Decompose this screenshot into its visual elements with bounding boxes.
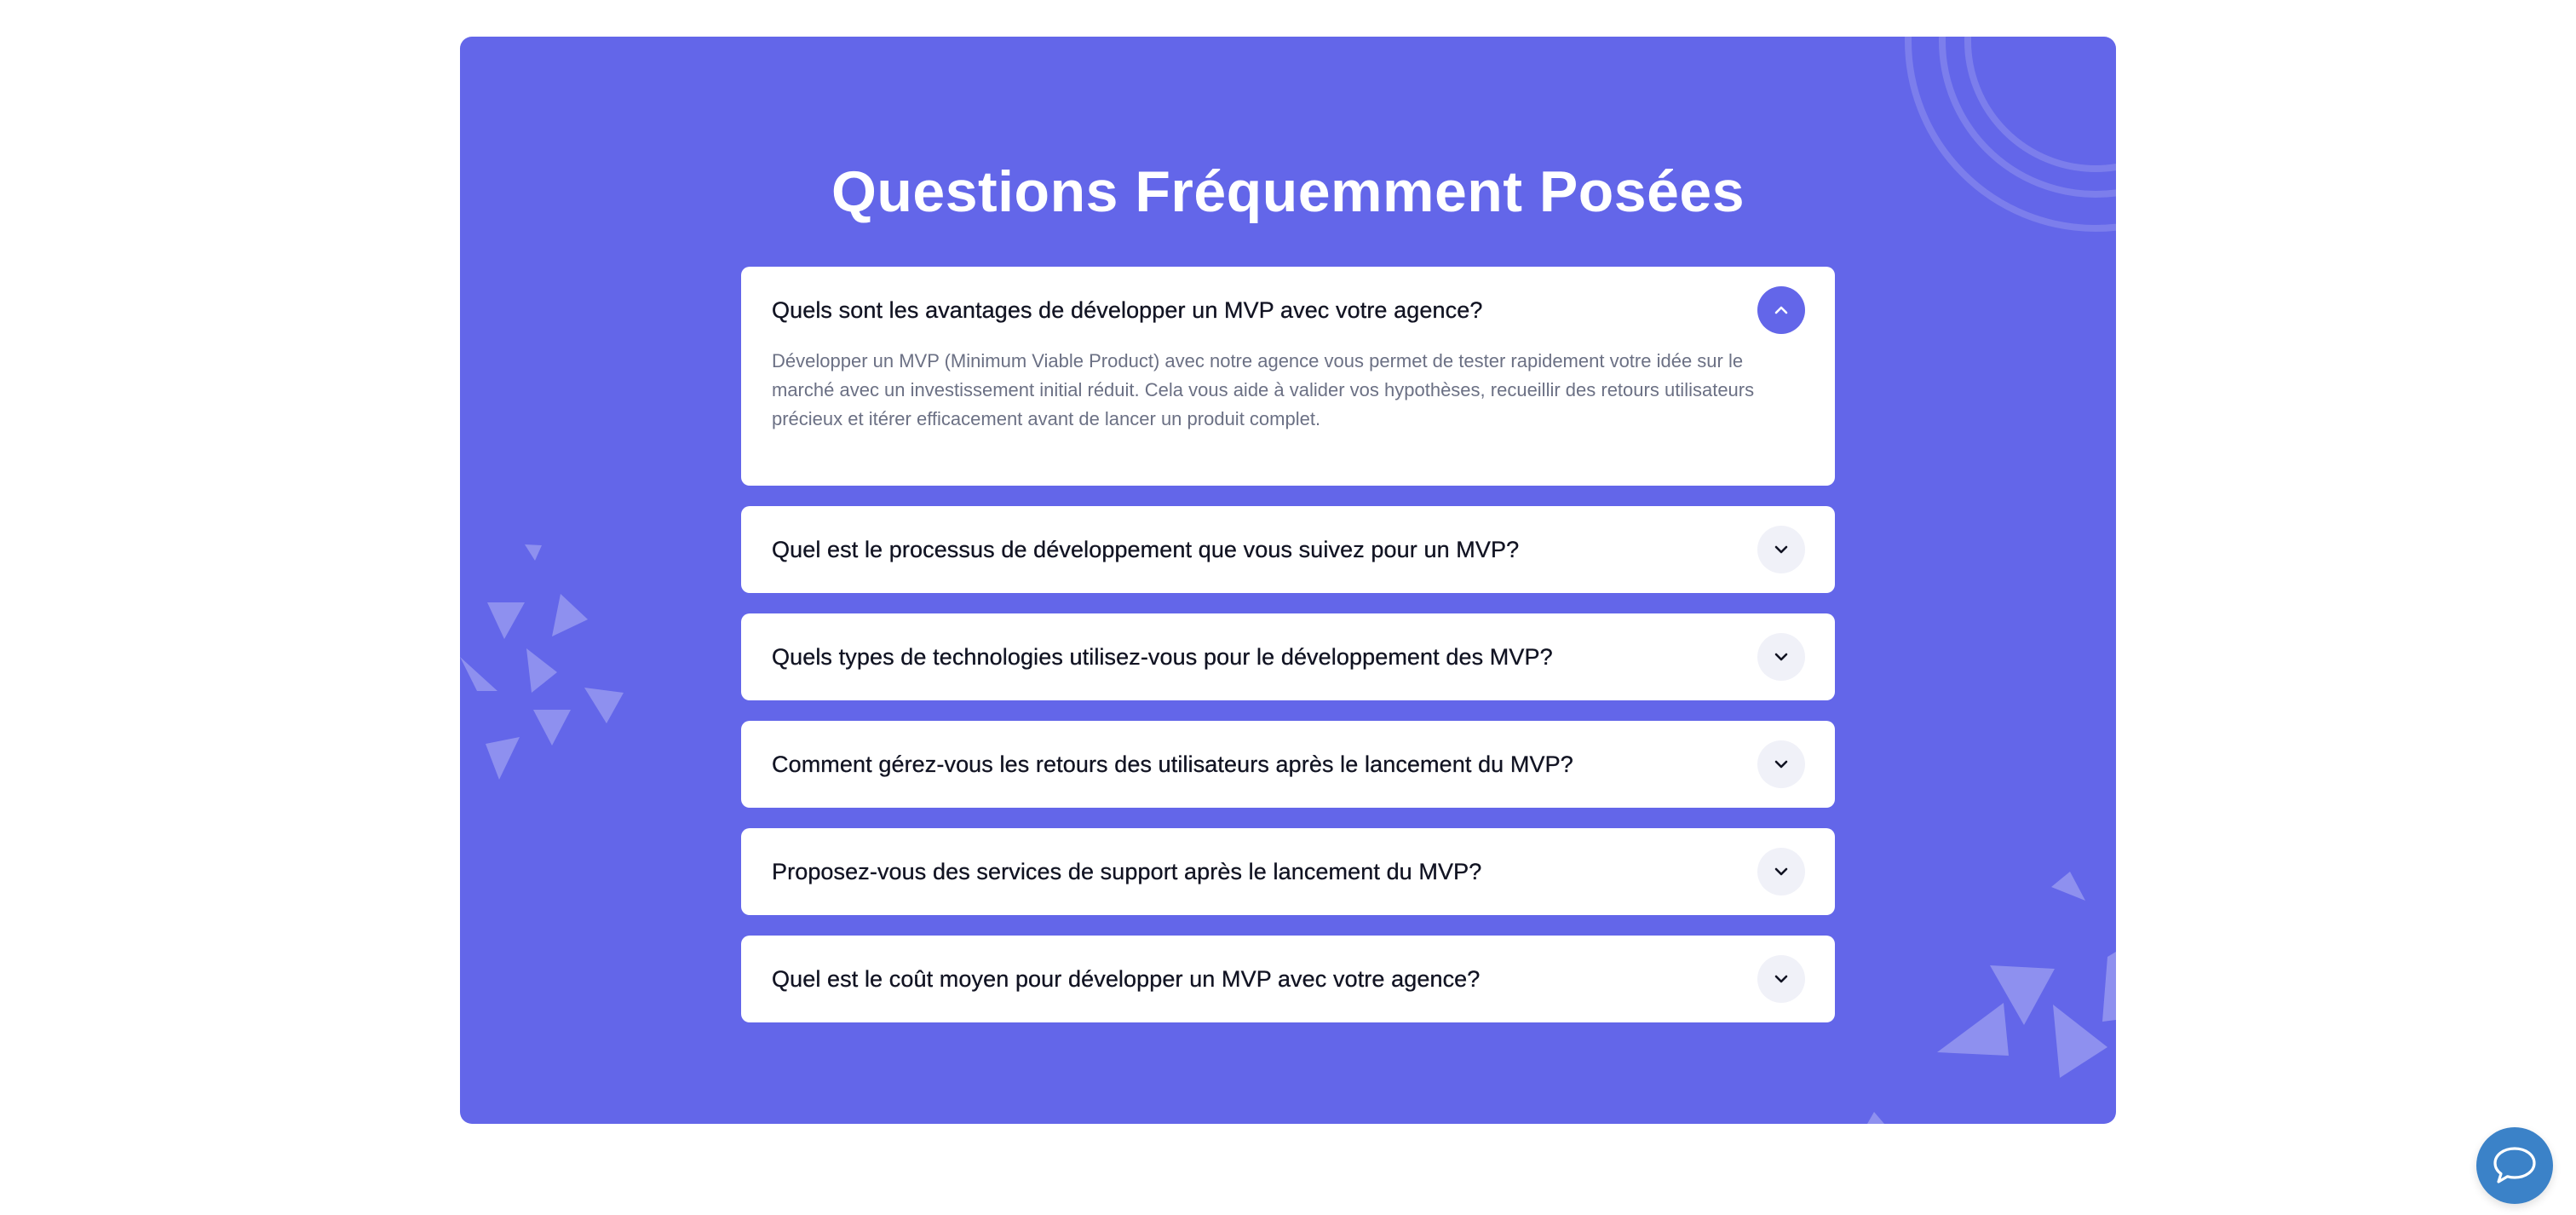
chat-bubble-icon xyxy=(2493,1147,2536,1183)
chevron-up-icon xyxy=(1774,306,1788,314)
faq-item: Quels sont les avantages de développer u… xyxy=(741,267,1835,486)
faq-question: Quel est le processus de développement q… xyxy=(772,536,1520,562)
faq-question: Comment gérez-vous les retours des utili… xyxy=(772,751,1573,777)
faq-list: Quels sont les avantages de développer u… xyxy=(741,267,1835,1043)
faq-question: Quels sont les avantages de développer u… xyxy=(772,297,1483,323)
page: Questions Fréquemment Posées Quels sont … xyxy=(0,0,2576,1215)
faq-item: Quel est le coût moyen pour développer u… xyxy=(741,936,1835,1022)
faq-question: Quel est le coût moyen pour développer u… xyxy=(772,965,1481,992)
expand-button[interactable] xyxy=(1757,633,1805,681)
faq-question-toggle[interactable]: Quels types de technologies utilisez-vou… xyxy=(741,613,1835,700)
faq-question: Quels types de technologies utilisez-vou… xyxy=(772,643,1553,670)
chevron-down-icon xyxy=(1774,975,1788,983)
faq-item: Comment gérez-vous les retours des utili… xyxy=(741,721,1835,808)
faq-question: Proposez-vous des services de support ap… xyxy=(772,858,1482,884)
faq-item: Quel est le processus de développement q… xyxy=(741,506,1835,593)
chevron-down-icon xyxy=(1774,760,1788,769)
chevron-down-icon xyxy=(1774,653,1788,661)
faq-section: Questions Fréquemment Posées Quels sont … xyxy=(460,37,2116,1124)
faq-question-toggle[interactable]: Proposez-vous des services de support ap… xyxy=(741,828,1835,915)
expand-button[interactable] xyxy=(1757,740,1805,788)
expand-button[interactable] xyxy=(1757,955,1805,1003)
faq-question-toggle[interactable]: Quel est le coût moyen pour développer u… xyxy=(741,936,1835,1022)
faq-question-toggle[interactable]: Quel est le processus de développement q… xyxy=(741,506,1835,593)
chevron-down-icon xyxy=(1774,867,1788,876)
faq-item: Proposez-vous des services de support ap… xyxy=(741,828,1835,915)
faq-question-toggle[interactable]: Comment gérez-vous les retours des utili… xyxy=(741,721,1835,808)
faq-question-toggle[interactable]: Quels sont les avantages de développer u… xyxy=(741,267,1835,354)
expand-button[interactable] xyxy=(1757,526,1805,573)
chevron-down-icon xyxy=(1774,545,1788,554)
chat-button[interactable] xyxy=(2476,1127,2553,1204)
faq-item: Quels types de technologies utilisez-vou… xyxy=(741,613,1835,700)
faq-answer: Développer un MVP (Minimum Viable Produc… xyxy=(772,350,1755,429)
faq-title: Questions Fréquemment Posées xyxy=(831,159,1745,224)
expand-button[interactable] xyxy=(1757,848,1805,895)
collapse-button[interactable] xyxy=(1757,286,1805,334)
